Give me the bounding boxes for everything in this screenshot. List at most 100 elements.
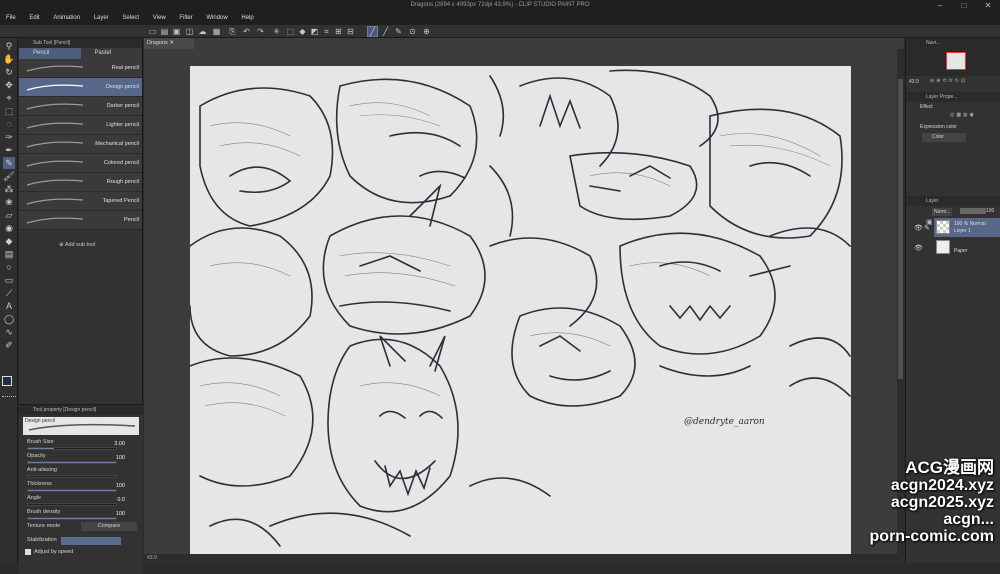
brush-item[interactable]: Colored pencil bbox=[19, 154, 142, 173]
brush-item[interactable]: Tapered Pencil bbox=[19, 192, 142, 211]
hand-icon[interactable]: ✋ bbox=[3, 53, 15, 65]
sample-icon[interactable]: ⊙ bbox=[408, 27, 417, 36]
property-value[interactable]: 100 bbox=[116, 511, 125, 517]
property-slider[interactable] bbox=[27, 461, 117, 464]
texture-row[interactable]: Texture mode Compare bbox=[25, 522, 137, 535]
layer-row-1[interactable]: 100 % Normal Layer 1 bbox=[934, 218, 1000, 237]
stabilization-row[interactable]: Stabilization bbox=[25, 537, 137, 549]
main-color-swatch[interactable] bbox=[2, 376, 12, 386]
property-value[interactable]: 100 bbox=[116, 483, 125, 489]
maximize-button[interactable]: □ bbox=[952, 0, 976, 12]
navigator-preview[interactable] bbox=[906, 48, 1000, 76]
vertical-scroll-thumb[interactable] bbox=[898, 79, 903, 379]
property-row[interactable]: Brush density 100 bbox=[25, 509, 137, 521]
brush-item[interactable]: Lighter pencil bbox=[19, 116, 142, 135]
zoom-readout[interactable]: 43.9 bbox=[147, 555, 157, 561]
airbrush-icon[interactable]: ⁂ bbox=[3, 183, 15, 195]
brush-icon[interactable]: 🖌 bbox=[3, 170, 15, 182]
minimize-button[interactable]: – bbox=[928, 0, 952, 12]
eye-icon[interactable]: 👁 bbox=[914, 224, 923, 232]
menu-animation[interactable]: Animation bbox=[47, 12, 86, 25]
property-value[interactable]: 0.0 bbox=[117, 497, 125, 503]
transform-icon[interactable]: ⬚ bbox=[286, 27, 295, 36]
tab-document[interactable]: Dragons ✕ bbox=[144, 38, 194, 49]
save-icon[interactable]: ▣ bbox=[172, 27, 181, 36]
property-slider[interactable] bbox=[27, 475, 117, 478]
transparent-color-icon[interactable] bbox=[2, 396, 16, 399]
clear-icon[interactable]: ✳ bbox=[272, 27, 281, 36]
edit-pen-icon[interactable]: ✎ bbox=[924, 224, 930, 232]
brush-item[interactable]: Real pencil bbox=[19, 59, 142, 78]
correct-line-icon[interactable]: ∿ bbox=[3, 326, 15, 338]
redo-icon[interactable]: ↷ bbox=[256, 27, 265, 36]
menu-filter[interactable]: Filter bbox=[173, 12, 198, 25]
tab-pencil[interactable]: Pencil bbox=[19, 48, 81, 59]
navigator-zoom[interactable]: 43.9 bbox=[909, 79, 919, 85]
close-tab-icon[interactable]: ✕ bbox=[169, 40, 174, 46]
property-row[interactable]: Thickness 100 bbox=[25, 481, 137, 493]
ruler-icon[interactable]: ⊞ bbox=[334, 27, 343, 36]
stabilization-slider[interactable] bbox=[61, 537, 121, 545]
frame-icon[interactable]: ▭ bbox=[3, 274, 15, 286]
menu-select[interactable]: Select bbox=[116, 12, 145, 25]
property-row[interactable]: Brush Size 3.00 bbox=[25, 439, 137, 451]
eyedropper-icon[interactable]: ✑ bbox=[3, 131, 15, 143]
fill-tool-icon[interactable]: ◆ bbox=[3, 235, 15, 247]
brush-item[interactable]: Rough pencil bbox=[19, 173, 142, 192]
effect-icons[interactable]: ◎▦◍◉ bbox=[950, 112, 976, 118]
texture-select[interactable]: Compare bbox=[81, 522, 137, 531]
lasso-icon[interactable]: ◌ bbox=[3, 118, 15, 130]
menu-help[interactable]: Help bbox=[235, 12, 259, 25]
zoom-icon[interactable]: ⚲ bbox=[3, 40, 15, 52]
ruler-tool-icon[interactable]: ⟋ bbox=[3, 287, 15, 299]
property-row[interactable]: Opacity 100 bbox=[25, 453, 137, 465]
refer-icon[interactable]: ⊕ bbox=[422, 27, 431, 36]
property-slider[interactable] bbox=[27, 489, 117, 492]
property-row[interactable]: Anti-aliasing bbox=[25, 467, 137, 479]
property-value[interactable]: 100 bbox=[116, 455, 125, 461]
drawing-canvas[interactable]: @dendryte_aaron bbox=[190, 66, 851, 555]
move-icon[interactable]: ✥ bbox=[3, 79, 15, 91]
property-slider[interactable] bbox=[27, 517, 117, 520]
copy-icon[interactable]: ⎘ bbox=[228, 27, 237, 36]
adjust-row[interactable]: Adjust by speed bbox=[25, 549, 137, 561]
menu-layer[interactable]: Layer bbox=[88, 12, 115, 25]
stabilize-icon[interactable]: ╱ bbox=[367, 26, 378, 37]
eye-icon[interactable]: 👁 bbox=[914, 244, 923, 252]
decoration-icon[interactable]: ❀ bbox=[3, 196, 15, 208]
balloon-icon[interactable]: ◯ bbox=[3, 313, 15, 325]
layer-icon[interactable]: ◩ bbox=[310, 27, 319, 36]
add-sub-tool-button[interactable]: ⊕ Add sub tool bbox=[19, 242, 142, 248]
gradient-icon[interactable]: ▤ bbox=[3, 248, 15, 260]
property-slider[interactable] bbox=[27, 503, 117, 506]
guide-icon[interactable]: ⊟ bbox=[346, 27, 355, 36]
property-row[interactable]: Angle 0.0 bbox=[25, 495, 137, 507]
horizontal-scrollbar[interactable]: 43.9 bbox=[144, 554, 904, 563]
opacity-value[interactable]: 100 bbox=[986, 208, 994, 214]
navigator-thumbnail[interactable] bbox=[946, 52, 966, 70]
blend-mode-select[interactable]: Norm... bbox=[932, 208, 952, 216]
pen-icon[interactable]: ✎ bbox=[394, 27, 403, 36]
expression-color-select[interactable]: Color bbox=[922, 133, 966, 142]
pen-tool-icon[interactable]: ✒ bbox=[3, 144, 15, 156]
blend-icon[interactable]: ◉ bbox=[3, 222, 15, 234]
menu-view[interactable]: View bbox=[147, 12, 172, 25]
fill-icon[interactable]: ◆ bbox=[298, 27, 307, 36]
brush-item[interactable]: Pencil bbox=[19, 211, 142, 230]
opacity-slider[interactable] bbox=[960, 208, 986, 214]
close-button[interactable]: ✕ bbox=[976, 0, 1000, 12]
snap-icon[interactable]: ⌗ bbox=[322, 27, 331, 36]
new-file-icon[interactable]: ▭ bbox=[148, 27, 157, 36]
line-icon[interactable]: ╱ bbox=[381, 27, 390, 36]
navigator-buttons[interactable]: ⊖⊕⟲⟳↻⊡ bbox=[930, 78, 967, 84]
menu-edit[interactable]: Edit bbox=[23, 12, 45, 25]
undo-icon[interactable]: ↶ bbox=[242, 27, 251, 36]
figure-icon[interactable]: ○ bbox=[3, 261, 15, 273]
menu-window[interactable]: Window bbox=[200, 12, 233, 25]
layer-row-paper[interactable]: Paper bbox=[934, 238, 1000, 257]
selection-icon[interactable]: ⬚ bbox=[3, 105, 15, 117]
pencil-tool-icon[interactable]: ✎ bbox=[3, 157, 15, 169]
cloud-icon[interactable]: ☁ bbox=[198, 27, 207, 36]
adjust-checkbox[interactable] bbox=[25, 549, 31, 555]
color-picker-icon[interactable]: ✐ bbox=[3, 339, 15, 351]
